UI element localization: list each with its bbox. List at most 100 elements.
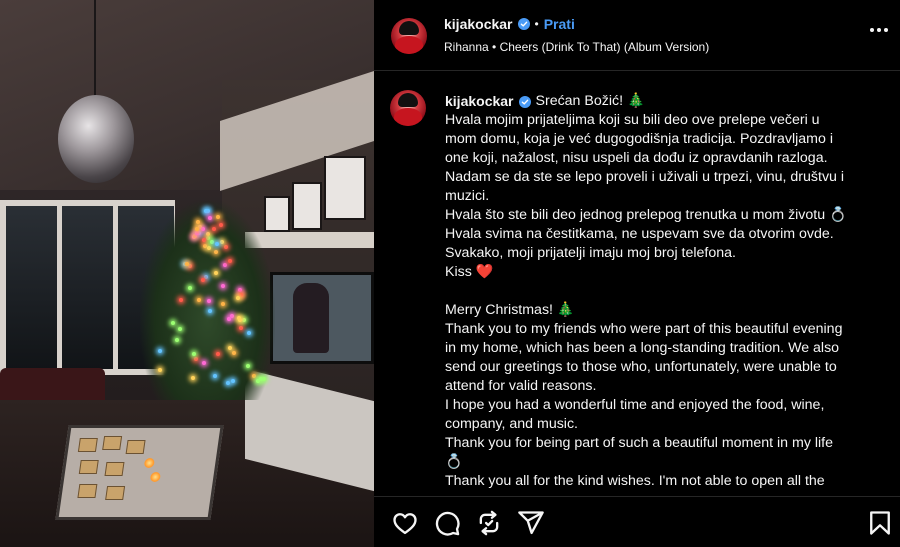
photo-window-pane	[6, 206, 62, 369]
like-button[interactable]	[391, 509, 419, 537]
tree-light	[242, 318, 246, 322]
photo-candle	[150, 472, 161, 482]
photo-card	[79, 460, 99, 474]
photo-card	[77, 484, 97, 498]
tree-light	[223, 263, 227, 267]
tree-light	[224, 245, 228, 249]
tree-light	[158, 349, 162, 353]
comment-icon	[433, 509, 461, 537]
avatar-dress	[395, 36, 423, 54]
heart-icon	[391, 509, 419, 537]
caption-line: Thank you to my friends who were part of…	[445, 320, 885, 339]
tree-light	[252, 374, 256, 378]
photo-mirrorball	[58, 95, 134, 183]
tree-light	[178, 327, 182, 331]
tree-light	[219, 223, 223, 227]
post-header: kijakockar • Prati Rihanna • Cheers (Dri…	[374, 0, 900, 71]
photo-card	[126, 440, 146, 454]
repost-icon	[475, 509, 503, 537]
photo-card	[105, 462, 125, 476]
caption-line: Thank you all for the kind wishes. I'm n…	[445, 472, 885, 491]
photo-tv-figure	[293, 283, 329, 353]
more-dot	[877, 28, 881, 32]
caption-username[interactable]: kijakockar	[445, 92, 514, 111]
caption-line: send our greetings to those who, unfortu…	[445, 358, 885, 377]
tree-light	[231, 379, 235, 383]
caption-title: Srećan Božić! 🎄	[536, 92, 645, 111]
save-button[interactable]	[866, 509, 894, 537]
caption-line: company, and music.	[445, 415, 885, 434]
caption-line: Hvala što ste bili deo jednog prelepog t…	[445, 206, 885, 225]
caption-line: Nadam se da ste se lepo proveli i užival…	[445, 168, 885, 187]
tree-light	[197, 298, 201, 302]
repost-button[interactable]	[475, 509, 503, 537]
post-caption: kijakockar Srećan Božić! 🎄 Hvala mojim p…	[374, 72, 900, 496]
caption-line: Hvala mojim prijateljima koji su bili de…	[445, 111, 885, 130]
tree-light	[191, 376, 195, 380]
photo-tv	[270, 272, 374, 364]
bookmark-icon	[866, 509, 894, 537]
author-avatar[interactable]	[391, 18, 427, 54]
tree-light	[230, 314, 234, 318]
photo-window-pane	[62, 206, 118, 369]
caption-line: Svakako, moji prijatelji imaju moj broj …	[445, 244, 885, 263]
verified-badge-icon	[518, 18, 530, 30]
avatar-hair	[399, 21, 419, 35]
post-photo[interactable]	[0, 0, 374, 547]
caption-line: mom domu, koja je već dugogodišnja tradi…	[445, 130, 885, 149]
tree-light	[206, 232, 210, 236]
avatar-dress	[394, 108, 422, 126]
caption-line: Thank you for being part of such a beaut…	[445, 434, 885, 453]
tree-light	[213, 374, 217, 378]
photo-card	[105, 486, 125, 500]
caption-line: attend for valid reasons.	[445, 377, 885, 396]
caption-line: I hope you had a wonderful time and enjo…	[445, 396, 885, 415]
photo-frame	[292, 182, 322, 230]
caption-text: Hvala mojim prijateljima koji su bili de…	[445, 111, 885, 491]
caption-line: in my home, which has been a long-standi…	[445, 339, 885, 358]
caption-line	[445, 282, 885, 301]
audio-track-link[interactable]: Rihanna • Cheers (Drink To That) (Album …	[444, 40, 709, 54]
photo-card	[78, 438, 98, 452]
photo-card	[102, 436, 122, 450]
caption-line: one koji, nažalost, nisu uspeli da dođu …	[445, 149, 885, 168]
photo-frame	[324, 156, 366, 220]
action-bar	[374, 496, 900, 547]
tree-light	[185, 262, 189, 266]
author-username[interactable]: kijakockar	[444, 16, 513, 32]
share-icon	[517, 509, 545, 537]
verified-badge-icon	[519, 96, 531, 108]
separator-dot: •	[535, 17, 539, 31]
photo-mirrorball-wire	[94, 0, 96, 95]
comment-button[interactable]	[433, 509, 461, 537]
caption-line: Kiss ❤️	[445, 263, 885, 282]
tree-light	[204, 209, 208, 213]
caption-head: kijakockar Srećan Božić! 🎄	[445, 92, 885, 111]
tree-light	[195, 227, 199, 231]
more-dot	[870, 28, 874, 32]
avatar-hair	[398, 93, 418, 107]
share-button[interactable]	[517, 509, 545, 537]
more-dot	[884, 28, 888, 32]
more-options-icon[interactable]	[870, 28, 888, 32]
caption-line: 💍	[445, 453, 885, 472]
tree-light	[216, 352, 220, 356]
follow-button[interactable]: Prati	[544, 16, 575, 32]
photo-coffee-table	[55, 425, 223, 520]
caption-line: Merry Christmas! 🎄	[445, 301, 885, 320]
tree-light	[210, 240, 214, 244]
tree-light	[227, 317, 231, 321]
tree-light	[238, 318, 242, 322]
caption-author-avatar[interactable]	[390, 90, 426, 126]
tree-light	[202, 238, 206, 242]
caption-line: muzici.	[445, 187, 885, 206]
header-author-row: kijakockar • Prati	[444, 16, 575, 32]
tree-light	[202, 361, 206, 365]
caption-body: kijakockar Srećan Božić! 🎄 Hvala mojim p…	[445, 92, 885, 491]
tree-light	[221, 302, 225, 306]
photo-candle	[144, 458, 155, 468]
post-panel: kijakockar • Prati Rihanna • Cheers (Dri…	[374, 0, 900, 547]
tree-light	[201, 227, 205, 231]
caption-line: Hvala svima na čestitkama, ne uspevam sv…	[445, 225, 885, 244]
tree-light	[214, 250, 218, 254]
